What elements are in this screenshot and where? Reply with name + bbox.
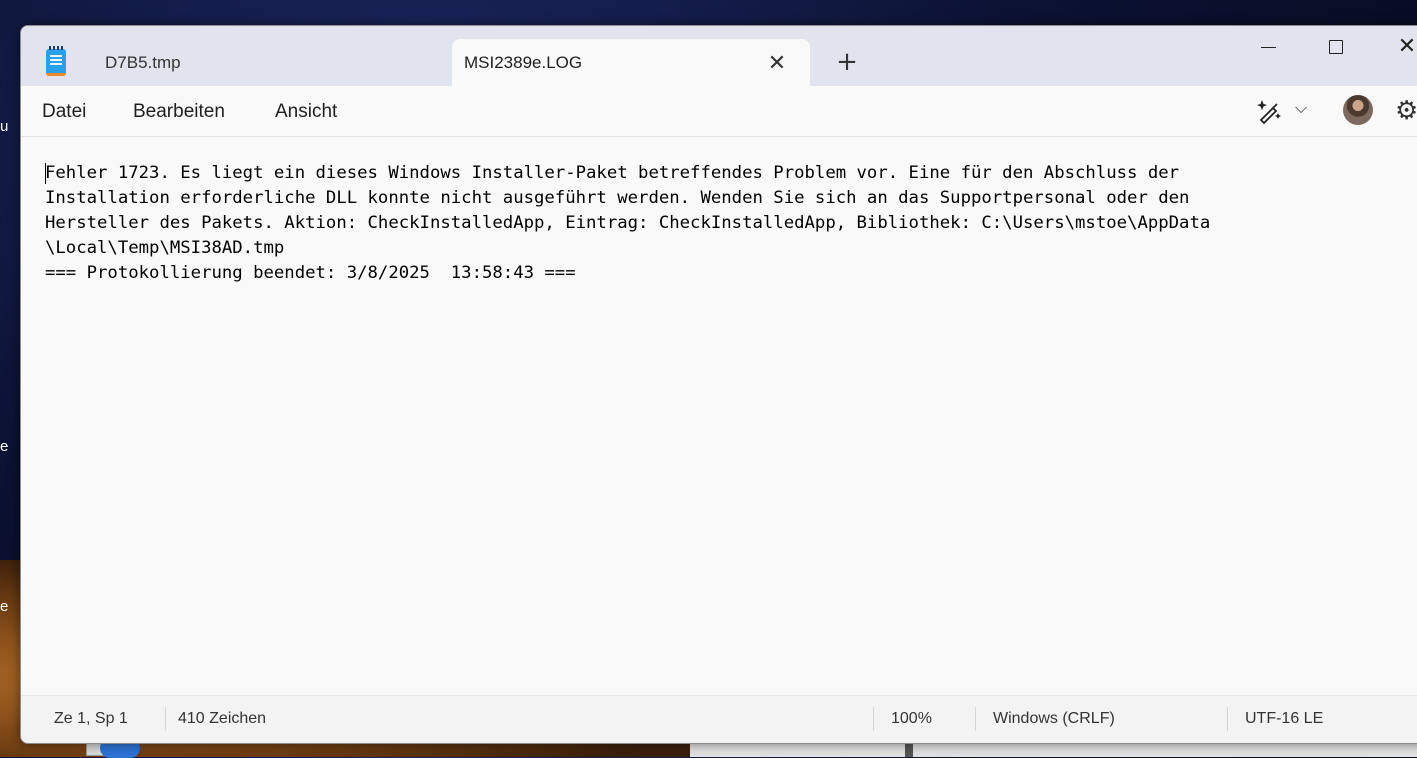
minimize-button[interactable]: [1248, 34, 1288, 64]
character-count: 410 Zeichen: [178, 710, 267, 727]
maximize-button[interactable]: [1317, 34, 1357, 64]
notepad-window: D7B5.tmp MSI2389e.LOG ✕ + ✕ Datei Bearbe…: [20, 25, 1417, 744]
divider: [165, 707, 166, 731]
encoding[interactable]: UTF-16 LE: [1245, 710, 1323, 728]
editor-line: Installation erforderliche DLL konnte ni…: [45, 188, 1190, 208]
line-ending[interactable]: Windows (CRLF): [993, 710, 1115, 728]
cursor-position[interactable]: Ze 1, Sp 1: [54, 710, 128, 728]
divider: [975, 707, 976, 731]
divider: [1227, 707, 1228, 731]
notepad-icon: [46, 46, 66, 76]
editor-line: === Protokollierung beendet: 3/8/2025 13…: [45, 263, 576, 283]
desktop-edge-text: u: [0, 118, 9, 135]
zoom-level[interactable]: 100%: [891, 710, 932, 728]
chevron-down-icon[interactable]: ⌵: [1295, 98, 1307, 118]
menu-edit[interactable]: Bearbeiten: [133, 101, 225, 123]
divider: [873, 707, 874, 731]
text-caret: [45, 163, 46, 184]
menu-bar: Datei Bearbeiten Ansicht ⌵ ⚙: [21, 86, 1417, 137]
desktop-edge-text: e: [0, 438, 9, 455]
editor-line: Hersteller des Pakets. Aktion: CheckInst…: [45, 213, 1211, 233]
desktop-edge-text: e: [0, 598, 9, 615]
avatar[interactable]: [1343, 95, 1373, 125]
copilot-rewrite-icon[interactable]: [1253, 96, 1283, 126]
editor-content[interactable]: Fehler 1723. Es liegt ein dieses Windows…: [45, 161, 1210, 286]
close-window-button[interactable]: ✕: [1387, 34, 1417, 64]
tab-label: MSI2389e.LOG: [464, 53, 583, 72]
title-bar[interactable]: D7B5.tmp MSI2389e.LOG ✕ + ✕: [21, 26, 1417, 86]
new-tab-button[interactable]: +: [834, 49, 860, 75]
editor-line: \Local\Temp\MSI38AD.tmp: [45, 238, 285, 258]
menu-file[interactable]: Datei: [42, 101, 86, 123]
gear-icon[interactable]: ⚙: [1395, 96, 1417, 126]
close-tab-icon[interactable]: ✕: [766, 50, 788, 76]
tab-msi2389e-log[interactable]: MSI2389e.LOG ✕: [452, 39, 810, 86]
editor-line: Fehler 1723. Es liegt ein dieses Windows…: [45, 163, 1180, 183]
status-bar: Ze 1, Sp 1 410 Zeichen 100% Windows (CRL…: [21, 695, 1417, 743]
menu-view[interactable]: Ansicht: [275, 101, 337, 123]
tab-label: D7B5.tmp: [105, 53, 181, 72]
tab-d7b5[interactable]: D7B5.tmp: [84, 39, 449, 86]
text-editor[interactable]: Fehler 1723. Es liegt ein dieses Windows…: [21, 137, 1417, 695]
